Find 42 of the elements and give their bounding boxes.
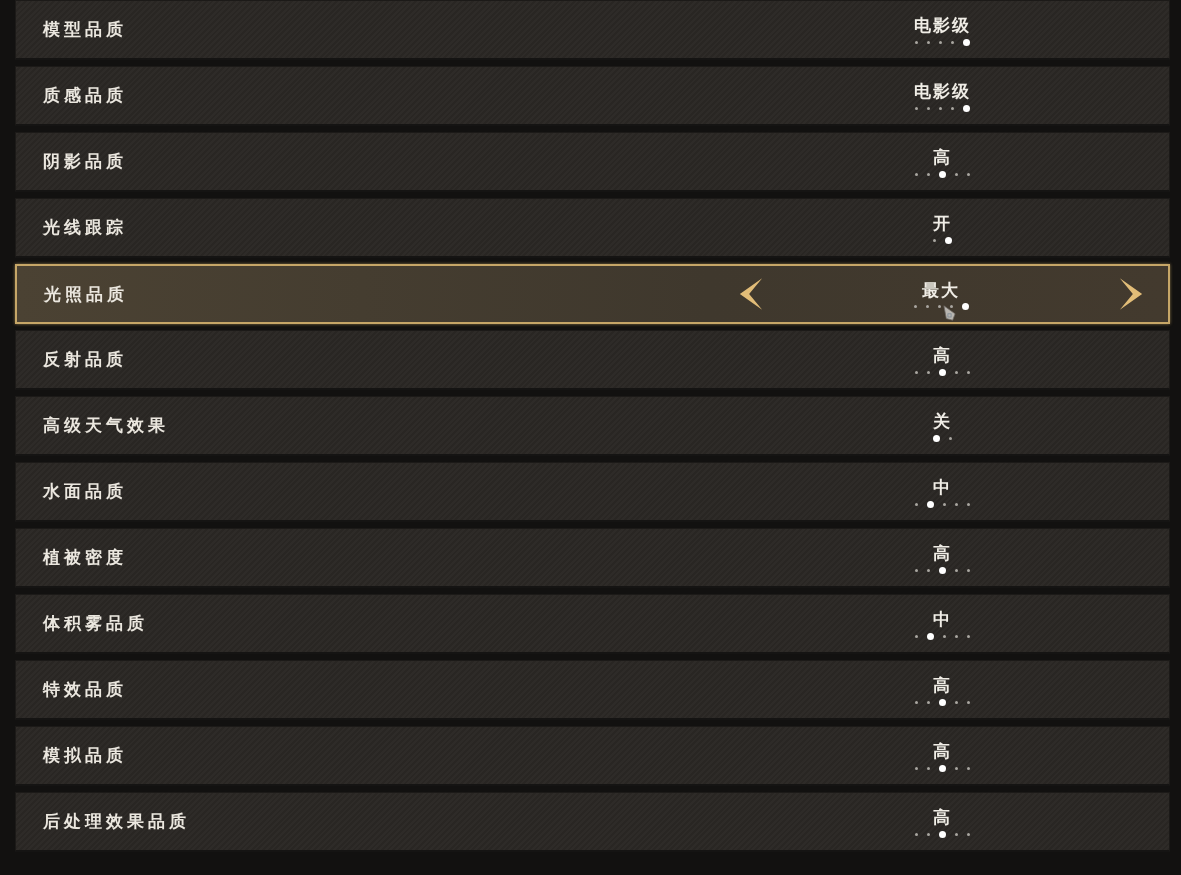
setting-row[interactable]: 光照品质 最大 <box>15 264 1170 324</box>
setting-label: 质感品质 <box>42 84 128 107</box>
setting-value: 高 <box>932 147 952 167</box>
setting-value: 中 <box>932 477 952 497</box>
setting-label: 光照品质 <box>43 282 129 306</box>
setting-value: 电影级 <box>913 15 971 35</box>
setting-label: 高级天气效果 <box>42 414 170 437</box>
setting-label: 植被密度 <box>42 546 128 569</box>
setting-row[interactable]: 体积雾品质 中 <box>15 594 1170 654</box>
setting-value: 高 <box>932 741 952 761</box>
mouse-cursor-icon <box>943 304 956 321</box>
setting-row[interactable]: 植被密度 高 <box>15 528 1170 588</box>
setting-label: 模型品质 <box>42 18 128 41</box>
setting-label: 反射品质 <box>42 348 128 371</box>
chevron-right-icon[interactable] <box>1118 277 1144 311</box>
setting-row[interactable]: 光线跟踪 开 <box>15 198 1170 258</box>
setting-row[interactable]: 特效品质 高 <box>15 660 1170 720</box>
setting-row[interactable]: 反射品质 高 <box>15 330 1170 390</box>
setting-row[interactable]: 后处理效果品质 高 <box>15 792 1170 852</box>
chevron-left-icon[interactable] <box>738 277 764 311</box>
setting-row[interactable]: 阴影品质 高 <box>15 132 1170 192</box>
setting-label: 阴影品质 <box>42 150 128 173</box>
setting-value: 高 <box>932 675 952 695</box>
setting-row[interactable]: 质感品质 电影级 <box>15 66 1170 126</box>
setting-label: 体积雾品质 <box>42 612 149 635</box>
setting-value: 高 <box>932 543 952 563</box>
setting-label: 水面品质 <box>42 480 128 503</box>
setting-label: 后处理效果品质 <box>42 810 191 833</box>
setting-label: 特效品质 <box>41 678 128 701</box>
setting-row[interactable]: 高级天气效果 关 <box>15 396 1170 456</box>
setting-value: 最大 <box>922 279 960 300</box>
setting-value: 高 <box>932 807 952 827</box>
setting-row[interactable]: 模型品质 电影级 <box>15 0 1170 60</box>
setting-label: 模拟品质 <box>42 744 128 767</box>
setting-value: 电影级 <box>913 81 971 101</box>
setting-value: 开 <box>932 213 952 233</box>
setting-value: 关 <box>932 411 952 431</box>
setting-value: 高 <box>932 345 952 365</box>
setting-value: 中 <box>932 609 952 629</box>
setting-row[interactable]: 模拟品质 高 <box>15 726 1170 786</box>
setting-row[interactable]: 水面品质 中 <box>15 462 1170 522</box>
setting-label: 光线跟踪 <box>42 216 128 239</box>
